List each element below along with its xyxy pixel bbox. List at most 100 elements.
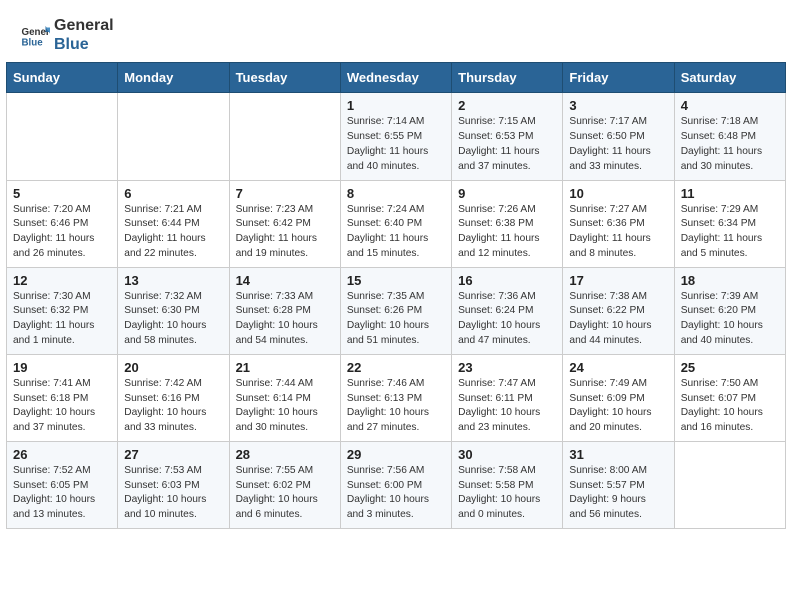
day-number: 2 (458, 98, 556, 113)
day-header-monday: Monday (118, 63, 229, 93)
day-number: 26 (13, 447, 111, 462)
day-number: 29 (347, 447, 445, 462)
day-content: Sunrise: 7:27 AMSunset: 6:36 PMDaylight:… (569, 203, 667, 262)
day-cell: 9 Sunrise: 7:26 AMSunset: 6:38 PMDaylight… (452, 180, 563, 267)
day-cell: 12 Sunrise: 7:30 AMSunset: 6:32 PMDayligh… (7, 267, 118, 354)
day-content: Sunrise: 7:23 AMSunset: 6:42 PMDaylight:… (236, 203, 334, 262)
day-content: Sunrise: 7:26 AMSunset: 6:38 PMDaylight:… (458, 203, 556, 262)
week-row-4: 19 Sunrise: 7:41 AMSunset: 6:18 PMDayligh… (7, 354, 786, 441)
week-row-5: 26 Sunrise: 7:52 AMSunset: 6:05 PMDayligh… (7, 441, 786, 528)
day-cell: 21Sunrise: 7:44 AMSunset: 6:14 PMDayligh… (229, 354, 340, 441)
day-cell (7, 93, 118, 180)
logo-icon: General Blue (20, 20, 50, 50)
day-content: Sunrise: 7:46 AMSunset: 6:13 PMDaylight:… (347, 377, 445, 436)
day-cell: 27 Sunrise: 7:53 AMSunset: 6:03 PMDayligh… (118, 441, 229, 528)
day-number: 17 (569, 273, 667, 288)
day-content: Sunrise: 7:52 AMSunset: 6:05 PMDaylight:… (13, 464, 111, 523)
day-number: 23 (458, 360, 556, 375)
day-number: 9 (458, 186, 556, 201)
day-content: Sunrise: 7:33 AMSunset: 6:28 PMDaylight:… (236, 290, 334, 349)
week-row-2: 5 Sunrise: 7:20 AMSunset: 6:46 PMDaylight… (7, 180, 786, 267)
day-content: Sunrise: 7:24 AMSunset: 6:40 PMDaylight:… (347, 203, 445, 262)
day-number: 3 (569, 98, 667, 113)
day-cell: 5 Sunrise: 7:20 AMSunset: 6:46 PMDaylight… (7, 180, 118, 267)
day-content: Sunrise: 7:14 AMSunset: 6:55 PMDaylight:… (347, 115, 445, 174)
day-cell: 29 Sunrise: 7:56 AMSunset: 6:00 PMDayligh… (340, 441, 451, 528)
day-content: Sunrise: 8:00 AMSunset: 5:57 PMDaylight:… (569, 464, 667, 523)
day-cell: 1Sunrise: 7:14 AMSunset: 6:55 PMDaylight… (340, 93, 451, 180)
day-cell (674, 441, 785, 528)
day-number: 25 (681, 360, 779, 375)
day-cell: 16 Sunrise: 7:36 AMSunset: 6:24 PMDayligh… (452, 267, 563, 354)
day-cell: 28 Sunrise: 7:55 AMSunset: 6:02 PMDayligh… (229, 441, 340, 528)
week-row-3: 12 Sunrise: 7:30 AMSunset: 6:32 PMDayligh… (7, 267, 786, 354)
day-content: Sunrise: 7:56 AMSunset: 6:00 PMDaylight:… (347, 464, 445, 523)
day-number: 22 (347, 360, 445, 375)
day-number: 27 (124, 447, 222, 462)
day-cell: 7 Sunrise: 7:23 AMSunset: 6:42 PMDaylight… (229, 180, 340, 267)
day-number: 8 (347, 186, 445, 201)
day-number: 30 (458, 447, 556, 462)
day-header-wednesday: Wednesday (340, 63, 451, 93)
day-content: Sunrise: 7:41 AMSunset: 6:18 PMDaylight:… (13, 377, 111, 436)
day-number: 7 (236, 186, 334, 201)
day-number: 12 (13, 273, 111, 288)
day-content: Sunrise: 7:55 AMSunset: 6:02 PMDaylight:… (236, 464, 334, 523)
day-cell (118, 93, 229, 180)
day-content: Sunrise: 7:50 AMSunset: 6:07 PMDaylight:… (681, 377, 779, 436)
day-content: Sunrise: 7:20 AMSunset: 6:46 PMDaylight:… (13, 203, 111, 262)
day-content: Sunrise: 7:29 AMSunset: 6:34 PMDaylight:… (681, 203, 779, 262)
day-header-saturday: Saturday (674, 63, 785, 93)
day-content: Sunrise: 7:36 AMSunset: 6:24 PMDaylight:… (458, 290, 556, 349)
day-number: 18 (681, 273, 779, 288)
day-number: 10 (569, 186, 667, 201)
day-number: 20 (124, 360, 222, 375)
day-content: Sunrise: 7:32 AMSunset: 6:30 PMDaylight:… (124, 290, 222, 349)
day-number: 16 (458, 273, 556, 288)
day-number: 21 (236, 360, 334, 375)
day-cell: 3Sunrise: 7:17 AMSunset: 6:50 PMDaylight… (563, 93, 674, 180)
day-cell: 30Sunrise: 7:58 AMSunset: 5:58 PMDayligh… (452, 441, 563, 528)
day-content: Sunrise: 7:35 AMSunset: 6:26 PMDaylight:… (347, 290, 445, 349)
day-content: Sunrise: 7:21 AMSunset: 6:44 PMDaylight:… (124, 203, 222, 262)
day-content: Sunrise: 7:42 AMSunset: 6:16 PMDaylight:… (124, 377, 222, 436)
logo-blue: Blue (54, 35, 114, 54)
day-content: Sunrise: 7:38 AMSunset: 6:22 PMDaylight:… (569, 290, 667, 349)
day-cell: 19 Sunrise: 7:41 AMSunset: 6:18 PMDayligh… (7, 354, 118, 441)
day-cell: 8 Sunrise: 7:24 AMSunset: 6:40 PMDaylight… (340, 180, 451, 267)
day-cell: 4 Sunrise: 7:18 AMSunset: 6:48 PMDaylight… (674, 93, 785, 180)
day-number: 15 (347, 273, 445, 288)
day-number: 28 (236, 447, 334, 462)
day-cell: 20 Sunrise: 7:42 AMSunset: 6:16 PMDayligh… (118, 354, 229, 441)
logo: General Blue General Blue (20, 16, 114, 54)
day-number: 5 (13, 186, 111, 201)
day-cell: 23 Sunrise: 7:47 AMSunset: 6:11 PMDayligh… (452, 354, 563, 441)
day-cell: 13Sunrise: 7:32 AMSunset: 6:30 PMDayligh… (118, 267, 229, 354)
day-content: Sunrise: 7:30 AMSunset: 6:32 PMDaylight:… (13, 290, 111, 349)
day-cell: 11Sunrise: 7:29 AMSunset: 6:34 PMDayligh… (674, 180, 785, 267)
day-number: 6 (124, 186, 222, 201)
day-cell: 25 Sunrise: 7:50 AMSunset: 6:07 PMDayligh… (674, 354, 785, 441)
day-cell: 6 Sunrise: 7:21 AMSunset: 6:44 PMDaylight… (118, 180, 229, 267)
day-content: Sunrise: 7:49 AMSunset: 6:09 PMDaylight:… (569, 377, 667, 436)
day-cell (229, 93, 340, 180)
day-content: Sunrise: 7:39 AMSunset: 6:20 PMDaylight:… (681, 290, 779, 349)
page-header: General Blue General Blue (0, 0, 792, 62)
calendar-header-row: SundayMondayTuesdayWednesdayThursdayFrid… (7, 63, 786, 93)
day-content: Sunrise: 7:53 AMSunset: 6:03 PMDaylight:… (124, 464, 222, 523)
day-number: 19 (13, 360, 111, 375)
day-cell: 15 Sunrise: 7:35 AMSunset: 6:26 PMDayligh… (340, 267, 451, 354)
day-content: Sunrise: 7:47 AMSunset: 6:11 PMDaylight:… (458, 377, 556, 436)
day-content: Sunrise: 7:18 AMSunset: 6:48 PMDaylight:… (681, 115, 779, 174)
day-cell: 24Sunrise: 7:49 AMSunset: 6:09 PMDayligh… (563, 354, 674, 441)
day-header-thursday: Thursday (452, 63, 563, 93)
logo-general: General (54, 16, 114, 35)
day-cell: 17 Sunrise: 7:38 AMSunset: 6:22 PMDayligh… (563, 267, 674, 354)
day-cell: 2Sunrise: 7:15 AMSunset: 6:53 PMDaylight… (452, 93, 563, 180)
day-number: 4 (681, 98, 779, 113)
day-cell: 22 Sunrise: 7:46 AMSunset: 6:13 PMDayligh… (340, 354, 451, 441)
day-number: 14 (236, 273, 334, 288)
day-header-friday: Friday (563, 63, 674, 93)
day-cell: 14 Sunrise: 7:33 AMSunset: 6:28 PMDayligh… (229, 267, 340, 354)
day-cell: 18 Sunrise: 7:39 AMSunset: 6:20 PMDayligh… (674, 267, 785, 354)
